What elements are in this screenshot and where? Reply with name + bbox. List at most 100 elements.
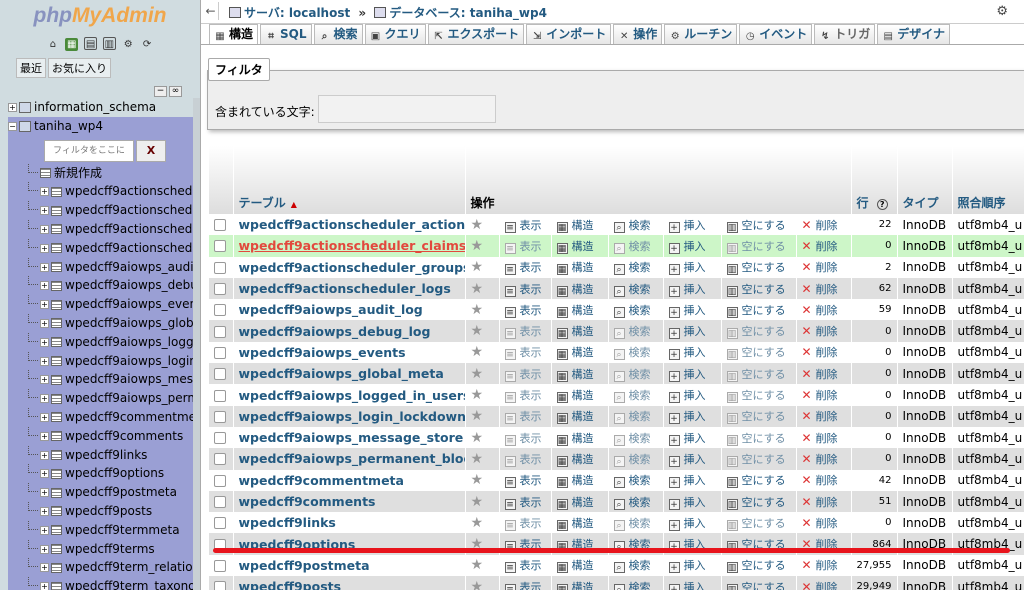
drop-action[interactable]: ✕ 削除 [802,324,838,338]
browse-action[interactable]: ≡表示 [504,581,542,590]
table-name-link[interactable]: wpedcff9aiowps_message_store [233,426,466,449]
structure-action[interactable]: ▦構造 [556,432,594,446]
favorite-star-icon[interactable]: ★ [471,557,484,573]
row-checkbox[interactable] [214,559,226,572]
search-action[interactable]: ⌕検索 [613,496,651,510]
tab-sql[interactable]: ⌗ SQL [260,24,312,44]
tree-table-item[interactable]: + wpedcff9aiowps_audit_ [8,257,194,277]
row-checkbox[interactable] [214,517,226,530]
browse-action[interactable]: ≡表示 [504,474,542,489]
structure-action[interactable]: ▦構造 [556,304,594,318]
search-action[interactable]: ⌕検索 [613,474,651,489]
reload-icon[interactable]: ⟳ [141,38,154,51]
tree-db-information-schema[interactable]: + information_schema [8,98,194,117]
empty-action[interactable]: ▥空にする [726,368,786,382]
back-arrow-icon[interactable]: ← [203,2,219,20]
table-name-link[interactable]: wpedcff9posts [233,576,466,590]
drop-action[interactable]: ✕ 削除 [802,558,838,572]
search-action[interactable]: ⌕検索 [613,325,651,340]
table-row[interactable]: wpedcff9aiowps_audit_log ★ ≡ 表示 ▦ 構造 ⌕ 検索 + 挿入 ▥ 空に… [209,299,1024,321]
tree-table-item[interactable]: + wpedcff9term_taxonon [8,577,194,590]
table-row[interactable]: wpedcff9aiowps_events ★ ≡ 表示 ▦ 構造 ⌕ 検索 + 挿入 ▥ 空にする ✕… [209,341,1024,364]
expand-icon[interactable]: + [40,488,49,498]
browse-action[interactable]: ≡表示 [504,496,542,510]
expand-icon[interactable]: + [40,394,49,404]
search-action[interactable]: ⌕検索 [613,283,651,297]
structure-action[interactable]: ▦構造 [556,368,594,382]
expand-icon[interactable]: + [40,563,49,573]
empty-action[interactable]: ▥空にする [726,559,786,574]
drop-action[interactable]: ✕ 削除 [802,431,838,445]
expand-icon[interactable]: + [40,243,49,253]
header-type[interactable]: タイプ [897,146,953,214]
favorite-star-icon[interactable]: ★ [471,259,484,275]
tab-query[interactable]: ▣ クエリ [364,24,426,44]
insert-action[interactable]: +挿入 [668,559,706,574]
favorite-star-icon[interactable]: ★ [471,579,484,590]
table-row[interactable]: wpedcff9aiowps_global_meta ★ ≡ 表示 ▦ 構造 ⌕ 検索 + 挿入 ▥… [209,363,1024,385]
row-checkbox[interactable] [214,304,226,317]
empty-action[interactable]: ▥空にする [726,453,786,467]
search-action[interactable]: ⌕検索 [613,368,651,382]
browse-action[interactable]: ≡表示 [504,517,542,531]
insert-action[interactable]: +挿入 [668,453,706,467]
insert-action[interactable]: +挿入 [668,283,706,297]
search-action[interactable]: ⌕検索 [613,453,651,467]
drop-action[interactable]: ✕ 削除 [802,516,838,530]
browse-action[interactable]: ≡表示 [504,559,542,574]
structure-action[interactable]: ▦構造 [556,325,594,340]
insert-action[interactable]: +挿入 [668,368,706,382]
structure-action[interactable]: ▦構造 [556,240,594,254]
insert-action[interactable]: +挿入 [668,261,706,276]
expand-icon[interactable]: + [40,431,49,441]
insert-action[interactable]: +挿入 [668,325,706,340]
tree-table-item[interactable]: + wpedcff9aiowps_messa [8,370,194,390]
row-checkbox[interactable] [214,219,226,232]
table-name-link[interactable]: wpedcff9aiowps_audit_log [233,299,466,321]
favorite-star-icon[interactable]: ★ [471,323,484,339]
table-name-link[interactable]: wpedcff9aiowps_logged_in_users [233,384,466,406]
table-row[interactable]: wpedcff9aiowps_permanent_block ★ ≡ 表示 ▦ 構造 ⌕ 検索… [209,448,1024,470]
search-action[interactable]: ⌕検索 [613,517,651,531]
sql-icon[interactable]: ▦ [65,38,79,51]
expand-icon[interactable]: + [40,262,49,272]
tree-table-item[interactable]: + wpedcff9actionschedul [8,219,194,239]
table-row[interactable]: wpedcff9commentmeta ★ ≡ 表示 ▦ 構造 ⌕ 検索 + 挿入 ▥ 空にする ✕ 削除… [209,469,1024,491]
empty-action[interactable]: ▥空にする [726,474,786,489]
row-checkbox[interactable] [214,496,226,508]
favorite-star-icon[interactable]: ★ [471,387,484,403]
structure-action[interactable]: ▦構造 [556,410,594,425]
insert-action[interactable]: +挿入 [668,517,706,531]
browse-action[interactable]: ≡表示 [504,346,542,361]
row-checkbox[interactable] [214,240,226,253]
browse-action[interactable]: ≡表示 [504,304,542,318]
nav-filter-input[interactable]: フィルタをここに入 [44,139,134,176]
structure-action[interactable]: ▦構造 [556,581,594,590]
table-row[interactable]: wpedcff9actionscheduler_actions ★ ≡ 表示 ▦ 構造 ⌕ 検… [209,214,1024,236]
empty-action[interactable]: ▥空にする [726,240,786,254]
drop-action[interactable]: ✕ 削除 [802,452,838,466]
expand-icon[interactable]: + [8,103,17,112]
tree-table-item[interactable]: + wpedcff9aiowps_debug [8,276,194,296]
favorite-star-icon[interactable]: ★ [471,472,484,488]
phpmyadmin-logo[interactable]: phpMyAdmin [0,0,200,32]
tab-designer[interactable]: ▤ デザイナ [877,24,951,44]
insert-action[interactable]: +挿入 [668,581,706,590]
structure-action[interactable]: ▦構造 [556,496,594,510]
drop-action[interactable]: ✕ 削除 [802,367,838,381]
tree-table-item[interactable]: + wpedcff9links [8,445,194,465]
empty-action[interactable]: ▥空にする [726,410,786,425]
table-row[interactable]: wpedcff9actionscheduler_claims ★ ≡ 表示 ▦ 構造 ⌕ 検索… [209,235,1024,257]
table-name-link[interactable]: wpedcff9actionscheduler_claims [233,235,466,257]
insert-action[interactable]: +挿入 [668,496,706,510]
expand-icon[interactable]: + [40,281,49,291]
tab-export[interactable]: ⇱ エクスポート [427,24,525,44]
empty-action[interactable]: ▥空にする [726,432,786,446]
browse-action[interactable]: ≡表示 [504,368,542,382]
tab-events[interactable]: ◷ イベント [739,24,813,44]
structure-action[interactable]: ▦構造 [556,261,594,276]
browse-action[interactable]: ≡表示 [504,432,542,446]
table-name-link[interactable]: wpedcff9commentmeta [233,469,466,491]
structure-action[interactable]: ▦構造 [556,559,594,574]
tab-structure[interactable]: ▦ 構造 [209,24,259,44]
